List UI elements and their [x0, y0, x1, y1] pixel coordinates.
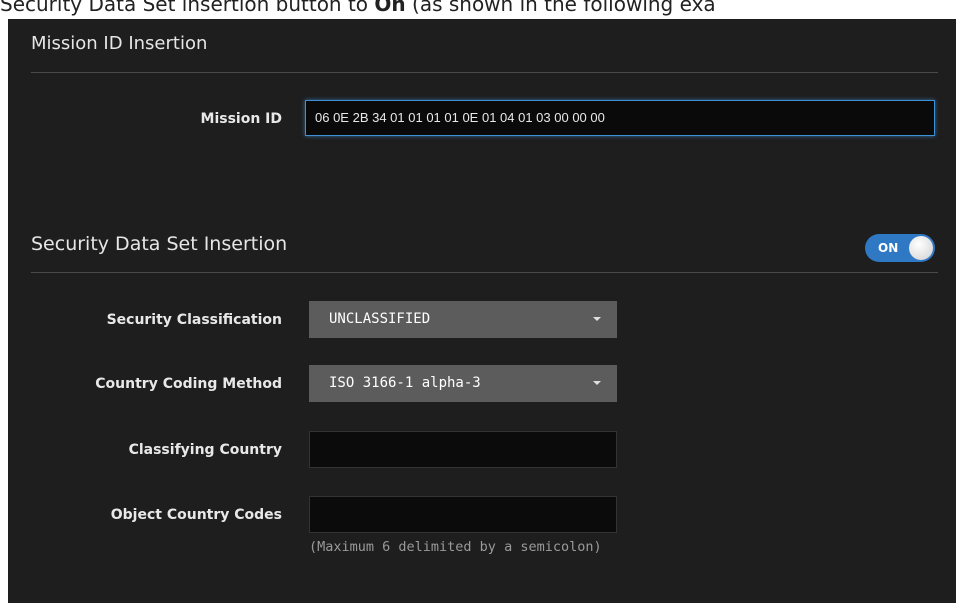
- object-country-codes-input[interactable]: [309, 496, 617, 533]
- security-insertion-toggle[interactable]: ON: [865, 234, 935, 262]
- classifying-country-label: Classifying Country: [128, 442, 282, 458]
- caret-down-icon: [593, 317, 601, 321]
- security-data-set-insertion-title: Security Data Set Insertion: [31, 233, 288, 255]
- classifying-country-input[interactable]: [309, 431, 617, 468]
- object-country-codes-hint: (Maximum 6 delimited by a semicolon): [309, 539, 602, 555]
- section-divider: [31, 272, 938, 273]
- security-classification-label: Security Classification: [106, 312, 282, 328]
- settings-panel: Mission ID Insertion Mission ID 06 0E 2B…: [8, 19, 956, 603]
- country-coding-method-label: Country Coding Method: [95, 376, 282, 392]
- object-country-codes-label: Object Country Codes: [110, 507, 282, 523]
- caret-down-icon: [593, 381, 601, 385]
- country-coding-method-select[interactable]: ISO 3166-1 alpha-3: [309, 365, 617, 402]
- caption-bold: On: [374, 0, 406, 16]
- section-divider: [31, 72, 938, 73]
- caption-suffix: (as shown in the following exa: [405, 0, 716, 16]
- security-classification-select[interactable]: UNCLASSIFIED: [309, 301, 617, 338]
- country-coding-method-value: ISO 3166-1 alpha-3: [329, 375, 481, 391]
- mission-id-input[interactable]: 06 0E 2B 34 01 01 01 01 0E 01 04 01 03 0…: [305, 100, 935, 136]
- toggle-state-label: ON: [878, 241, 899, 255]
- security-classification-value: UNCLASSIFIED: [329, 311, 431, 327]
- caption-prefix: Security Data Set insertion button to: [0, 0, 375, 16]
- document-caption: Security Data Set insertion button to On…: [0, 0, 716, 19]
- toggle-knob: [909, 236, 933, 260]
- mission-id-insertion-title: Mission ID Insertion: [31, 33, 208, 54]
- mission-id-label: Mission ID: [200, 111, 282, 127]
